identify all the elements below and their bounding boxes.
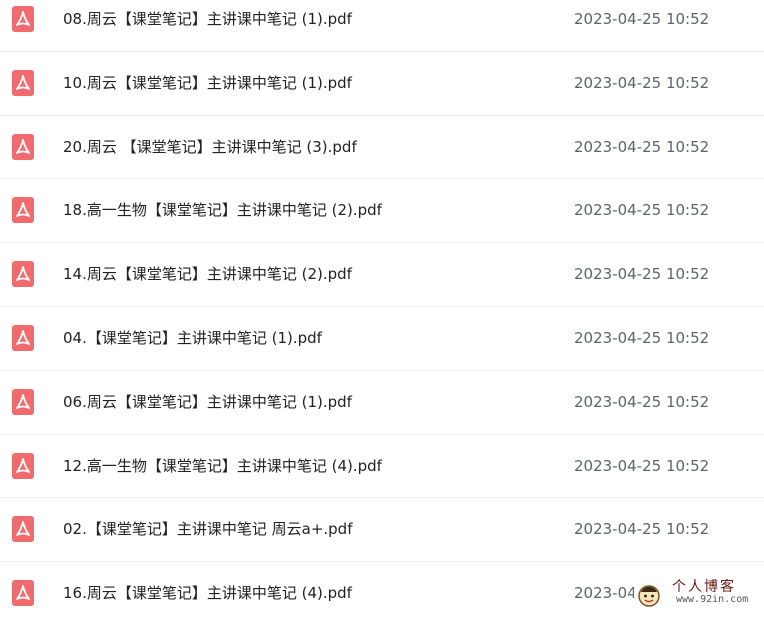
file-date: 2023-04-25 10:52 bbox=[574, 265, 710, 284]
file-date: 2023-04-25 10:52 bbox=[574, 456, 710, 475]
file-row[interactable]: 10.周云【课堂笔记】主讲课中笔记 (1).pdf 2023-04-25 10:… bbox=[0, 52, 764, 116]
pdf-file-icon bbox=[12, 6, 34, 32]
file-date: 2023-04-25 10:52 bbox=[574, 137, 710, 156]
pdf-file-icon bbox=[12, 133, 34, 160]
file-row[interactable]: 20.周云 【课堂笔记】主讲课中笔记 (3).pdf 2023-04-25 10… bbox=[0, 116, 764, 180]
file-date: 2023-04-25 10:52 bbox=[574, 520, 710, 539]
pdf-file-icon bbox=[12, 261, 34, 288]
pdf-file-icon bbox=[12, 197, 34, 224]
file-row[interactable]: 04.【课堂笔记】主讲课中笔记 (1).pdf 2023-04-25 10:52 bbox=[0, 307, 764, 371]
blog-logo-icon bbox=[638, 585, 660, 607]
file-row[interactable]: 06.周云【课堂笔记】主讲课中笔记 (1).pdf 2023-04-25 10:… bbox=[0, 371, 764, 435]
file-date: 2023-04-25 10:52 bbox=[574, 201, 710, 220]
file-row[interactable]: 02.【课堂笔记】主讲课中笔记 周云a+.pdf 2023-04-25 10:5… bbox=[0, 498, 764, 563]
file-date: 2023-04 bbox=[574, 584, 637, 603]
pdf-file-icon bbox=[12, 580, 34, 607]
file-name[interactable]: 04.【课堂笔记】主讲课中笔记 (1).pdf bbox=[63, 307, 322, 371]
file-name[interactable]: 16.周云【课堂笔记】主讲课中笔记 (4).pdf bbox=[63, 562, 352, 626]
watermark-url: www.92in.com bbox=[676, 594, 749, 605]
file-name[interactable]: 20.周云 【课堂笔记】主讲课中笔记 (3).pdf bbox=[63, 116, 357, 180]
file-name[interactable]: 10.周云【课堂笔记】主讲课中笔记 (1).pdf bbox=[63, 52, 352, 116]
pdf-file-icon bbox=[12, 388, 34, 415]
file-date: 2023-04-25 10:52 bbox=[574, 328, 710, 347]
file-list: 08.周云【课堂笔记】主讲课中笔记 (1).pdf 2023-04-25 10:… bbox=[0, 0, 764, 626]
pdf-file-icon bbox=[12, 452, 34, 479]
pdf-file-icon bbox=[12, 516, 34, 543]
file-date: 2023-04-25 10:52 bbox=[574, 73, 710, 92]
file-date: 2023-04-25 10:52 bbox=[574, 10, 710, 28]
file-row[interactable]: 08.周云【课堂笔记】主讲课中笔记 (1).pdf 2023-04-25 10:… bbox=[0, 0, 764, 52]
file-name[interactable]: 18.高一生物【课堂笔记】主讲课中笔记 (2).pdf bbox=[63, 179, 382, 243]
pdf-file-icon bbox=[12, 324, 34, 351]
file-name[interactable]: 12.高一生物【课堂笔记】主讲课中笔记 (4).pdf bbox=[63, 435, 382, 499]
pdf-file-icon bbox=[12, 69, 34, 96]
watermark-title: 个人博客 bbox=[672, 579, 736, 595]
watermark: 个人博客 www.92in.com bbox=[634, 572, 764, 611]
file-name[interactable]: 02.【课堂笔记】主讲课中笔记 周云a+.pdf bbox=[63, 498, 352, 562]
file-name[interactable]: 14.周云【课堂笔记】主讲课中笔记 (2).pdf bbox=[63, 243, 352, 307]
file-row[interactable]: 18.高一生物【课堂笔记】主讲课中笔记 (2).pdf 2023-04-25 1… bbox=[0, 179, 764, 244]
file-name[interactable]: 08.周云【课堂笔记】主讲课中笔记 (1).pdf bbox=[63, 0, 352, 52]
file-row[interactable]: 12.高一生物【课堂笔记】主讲课中笔记 (4).pdf 2023-04-25 1… bbox=[0, 435, 764, 499]
file-name[interactable]: 06.周云【课堂笔记】主讲课中笔记 (1).pdf bbox=[63, 371, 352, 435]
file-date: 2023-04-25 10:52 bbox=[574, 392, 710, 411]
file-row[interactable]: 14.周云【课堂笔记】主讲课中笔记 (2).pdf 2023-04-25 10:… bbox=[0, 243, 764, 307]
